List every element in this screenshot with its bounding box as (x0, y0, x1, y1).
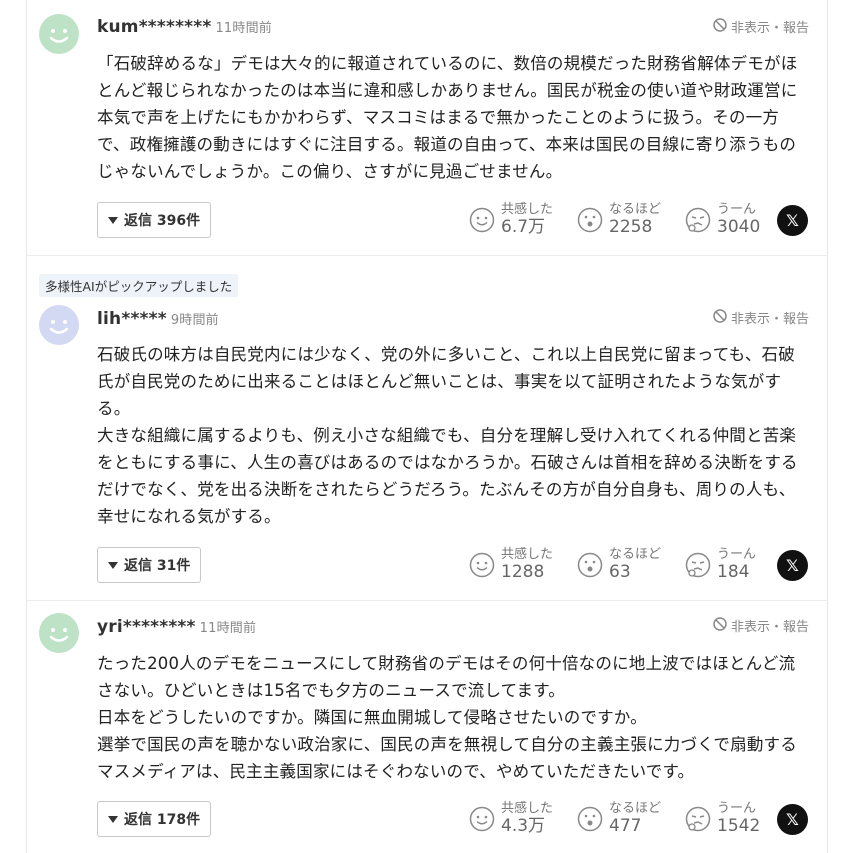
x-logo-icon: 𝕏 (786, 556, 799, 575)
naruhodo-count: 2258 (609, 217, 653, 237)
avatar (39, 14, 79, 54)
thinking-icon (685, 207, 711, 233)
x-share-button[interactable]: 𝕏 (777, 804, 808, 835)
empathy-count: 1288 (501, 562, 545, 582)
x-share-button[interactable]: 𝕏 (777, 550, 808, 581)
timestamp: 11時間前 (215, 21, 272, 36)
empathy-count: 6.7万 (501, 217, 546, 237)
username[interactable]: yri******** 11時間前 (97, 617, 256, 637)
thinking-icon (685, 806, 711, 832)
username[interactable]: kum******** 11時間前 (97, 17, 272, 37)
x-logo-icon: 𝕏 (786, 810, 799, 829)
hide-report-link[interactable]: 非表示・報告 (713, 616, 809, 635)
uun-count: 3040 (717, 217, 761, 237)
uun-button[interactable]: うーん 3040 (685, 202, 760, 238)
empathy-button[interactable]: 共感した 1288 (469, 547, 553, 583)
empathy-button[interactable]: 共感した 6.7万 (469, 202, 553, 238)
comment-list: kum******** 11時間前 非表示・報告 「石破辞めるな」デモは大々的に報… (26, 0, 828, 853)
naruhodo-button[interactable]: なるほど 477 (577, 801, 661, 837)
naruhodo-count: 477 (609, 816, 642, 836)
reply-button[interactable]: 返信 178件 (97, 801, 212, 837)
username[interactable]: lih***** 9時間前 (97, 309, 219, 329)
smile-icon (469, 552, 495, 578)
reply-button[interactable]: 返信 396件 (97, 202, 212, 238)
empathy-button[interactable]: 共感した 4.3万 (469, 801, 553, 837)
caret-down-icon (108, 815, 118, 823)
x-logo-icon: 𝕏 (786, 211, 799, 230)
hide-report-link[interactable]: 非表示・報告 (713, 308, 809, 327)
uun-button[interactable]: うーん 1542 (685, 801, 760, 837)
surprised-icon (577, 806, 603, 832)
surprised-icon (577, 552, 603, 578)
smile-icon (469, 207, 495, 233)
timestamp: 11時間前 (199, 621, 257, 636)
divider (27, 255, 827, 256)
thinking-icon (685, 552, 711, 578)
block-icon (713, 17, 727, 36)
smile-icon (469, 806, 495, 832)
block-icon (713, 308, 727, 327)
hide-report-link[interactable]: 非表示・報告 (713, 17, 809, 36)
block-icon (713, 616, 727, 635)
naruhodo-button[interactable]: なるほど 63 (577, 547, 661, 583)
naruhodo-button[interactable]: なるほど 2258 (577, 202, 661, 238)
uun-button[interactable]: うーん 184 (685, 547, 756, 583)
caret-down-icon (108, 561, 118, 569)
avatar (39, 305, 79, 345)
ai-pick-badge: 多様性AIがピックアップしました (39, 274, 239, 297)
timestamp: 9時間前 (170, 313, 219, 328)
empathy-count: 4.3万 (501, 816, 546, 836)
comment-text: 「石破辞めるな」デモは大々的に報道されているのに、数倍の規模だった財務省解体デモ… (97, 54, 798, 181)
uun-count: 184 (717, 562, 750, 582)
divider (27, 600, 827, 601)
avatar (39, 613, 79, 653)
uun-count: 1542 (717, 816, 761, 836)
naruhodo-count: 63 (609, 562, 631, 582)
surprised-icon (577, 207, 603, 233)
comment-text: 石破氏の味方は自民党内には少なく、党の外に多いこと、これ以上自民党に留まっても、… (97, 345, 798, 526)
reply-button[interactable]: 返信 31件 (97, 547, 202, 583)
caret-down-icon (108, 216, 118, 224)
x-share-button[interactable]: 𝕏 (777, 205, 808, 236)
comment-text: たった200人のデモをニュースにして財務省のデモはその何十倍なのに地上波ではほと… (97, 654, 797, 781)
